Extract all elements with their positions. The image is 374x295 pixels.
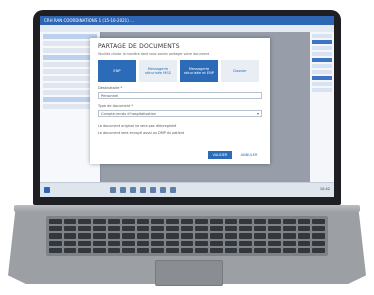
grid-cell[interactable] (312, 52, 332, 56)
recipient-value: Personnel (101, 94, 119, 98)
grid-cell[interactable] (312, 40, 332, 44)
panel-row[interactable] (43, 34, 97, 39)
panel-row[interactable] (43, 48, 97, 53)
document-type-label: Type de document * (98, 104, 134, 108)
document-type-value: Compte-rendu d'hospitalisation (101, 112, 156, 116)
grid-cell[interactable] (312, 76, 332, 80)
dialog-title: PARTAGE DE DOCUMENTS (98, 43, 180, 50)
taskbar-app-icon[interactable] (120, 187, 126, 193)
dialog-subtitle: Veuillez choisir la manière dont vous vo… (98, 52, 210, 56)
chevron-down-icon: ▾ (256, 111, 259, 116)
panel-row[interactable] (43, 97, 97, 102)
panel-row[interactable] (43, 104, 97, 109)
validate-button[interactable]: VALIDER (208, 151, 232, 159)
grid-cell[interactable] (312, 64, 332, 68)
panel-row[interactable] (43, 55, 97, 60)
app-menubar (40, 25, 334, 32)
taskbar-app-icon[interactable] (130, 187, 136, 193)
window-title: CRH RAN COORDINATIONS 1 (15-10-2021) ... (44, 18, 134, 23)
keyboard (46, 216, 328, 256)
option-label: ENP (113, 69, 121, 73)
laptop-hinge (14, 205, 360, 212)
taskbar-app-icon[interactable] (170, 187, 176, 193)
grid-cell[interactable] (312, 34, 332, 38)
share-options: ENP Messagerie sécurisée MSS Messagerie … (98, 60, 262, 82)
recipient-field[interactable]: Personnel (98, 92, 262, 99)
start-icon[interactable] (44, 187, 50, 193)
grid-cell[interactable] (312, 88, 332, 92)
panel-row[interactable] (43, 62, 97, 67)
screen: CRH RAN COORDINATIONS 1 (15-10-2021) ...… (40, 16, 334, 197)
note-dmp: Le document sera envoyé aussi au DMP du … (98, 131, 185, 135)
cancel-button[interactable]: ANNULER (236, 151, 262, 159)
option-label: Dossier (233, 69, 247, 73)
option-label: Messagerie sécurisée MSS (145, 67, 171, 75)
window-title-bar: CRH RAN COORDINATIONS 1 (15-10-2021) ... (40, 16, 334, 25)
option-dossier[interactable]: Dossier (221, 60, 259, 82)
grid-cell[interactable] (312, 46, 332, 50)
taskbar-clock[interactable]: 10:42 (320, 187, 330, 191)
taskbar: 10:42 (40, 182, 334, 197)
panel-row[interactable] (43, 41, 97, 46)
taskbar-app-icon[interactable] (140, 187, 146, 193)
right-grid (310, 32, 334, 182)
touchpad (155, 260, 223, 286)
recipient-label: Destinataire * (98, 86, 123, 90)
panel-row[interactable] (43, 69, 97, 74)
option-mss-enp[interactable]: Messagerie sécurisée et ENP (180, 60, 218, 82)
option-mss[interactable]: Messagerie sécurisée MSS (139, 60, 177, 82)
taskbar-app-icon[interactable] (160, 187, 166, 193)
taskbar-app-icon[interactable] (110, 187, 116, 193)
panel-row[interactable] (43, 83, 97, 88)
panel-row[interactable] (43, 76, 97, 81)
option-label: Messagerie sécurisée et ENP (183, 67, 215, 75)
panel-row[interactable] (43, 90, 97, 95)
share-document-dialog: PARTAGE DE DOCUMENTS Veuillez choisir la… (90, 38, 270, 164)
option-enp[interactable]: ENP (98, 60, 136, 82)
taskbar-app-icon[interactable] (150, 187, 156, 193)
note-original: Le document original ne sera pas réenreg… (98, 124, 177, 128)
document-type-select[interactable]: Compte-rendu d'hospitalisation ▾ (98, 110, 262, 117)
grid-cell[interactable] (312, 70, 332, 74)
grid-cell[interactable] (312, 82, 332, 86)
grid-cell[interactable] (312, 58, 332, 62)
